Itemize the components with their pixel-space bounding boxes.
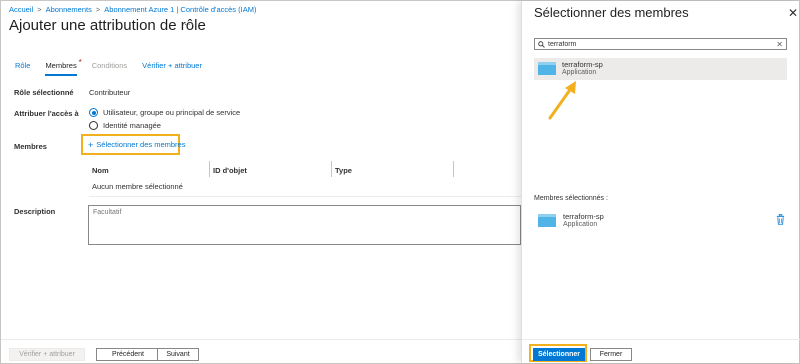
description-label: Description [14,207,56,216]
column-object-id[interactable]: ID d'objet [213,166,247,175]
tab-label: Rôle [15,61,31,70]
selected-member-name: terraform-sp [563,212,604,221]
panel-footer: Sélectionner Fermer [522,339,800,363]
members-grid-empty-row: Aucun membre sélectionné [89,179,521,197]
search-input[interactable] [548,40,777,48]
select-members-label: Sélectionner des membres [96,140,186,149]
tab-members[interactable]: Membres * [45,58,82,76]
previous-button[interactable]: Précédent [96,348,160,361]
breadcrumb-separator: > [37,5,42,14]
annotation-arrow-icon [548,81,576,120]
selected-member-item: terraform-sp Application [534,209,787,231]
tab-role[interactable]: Rôle [15,61,30,76]
page-title: Ajouter une attribution de rôle [9,17,206,34]
description-textarea[interactable] [89,206,520,244]
members-grid-header: Nom ID d'objet Type [89,161,521,179]
search-icon [538,40,545,48]
radio-checked-icon [89,108,98,117]
application-icon [538,214,556,227]
tab-label: Vérifier + attribuer [142,61,202,70]
selected-member-type: Application [563,221,598,228]
breadcrumb-home[interactable]: Accueil [9,5,33,14]
panel-title: Sélectionner des membres [534,5,689,20]
role-assignment-blade: Accueil > Abonnements > Abonnement Azure 1 |… [1,1,521,363]
radio-label: Utilisateur, groupe ou principal de serv… [103,108,241,117]
column-type[interactable]: Type [335,166,352,175]
blade-footer: Vérifier + attribuer Précédent Suivant [1,339,521,363]
tab-review-assign[interactable]: Vérifier + attribuer [142,61,202,76]
clear-search-icon[interactable]: ✕ [776,40,783,49]
search-box[interactable]: ✕ [534,38,787,50]
tab-label: Conditions [91,61,128,70]
select-members-link[interactable]: + Sélectionner des membres [81,134,185,155]
selected-members-label: Membres sélectionnés : [534,195,608,202]
radio-label: Identité managée [103,121,161,130]
breadcrumb: Accueil > Abonnements > Abonnement Azure 1 |… [9,5,256,14]
close-button[interactable]: Fermer [590,348,632,361]
application-icon [538,62,556,75]
selected-role-value: Contributeur [89,88,131,97]
column-name[interactable]: Nom [92,166,109,175]
result-name: terraform-sp [562,60,603,69]
required-marker: * [78,58,82,67]
breadcrumb-iam[interactable]: Abonnement Azure 1 | Contrôle d'accès (I… [104,5,256,14]
description-field[interactable] [88,205,521,245]
search-result-item[interactable]: terraform-sp Application [534,58,787,80]
select-button[interactable]: Sélectionner [533,348,585,361]
breadcrumb-separator: > [95,5,101,14]
more-options-icon[interactable]: ··· [184,19,194,30]
next-button[interactable]: Suivant [157,348,199,361]
column-divider [453,161,454,177]
radio-user-group-sp[interactable]: Utilisateur, groupe ou principal de serv… [89,108,240,117]
plus-icon: + [88,139,94,150]
result-type: Application [562,69,597,76]
trash-icon[interactable] [776,214,785,225]
selected-role-label: Rôle sélectionné [14,88,74,97]
column-divider [209,161,210,177]
assign-access-label: Attribuer l'accès à [14,109,79,118]
radio-unchecked-icon [89,121,98,130]
tab-conditions[interactable]: Conditions [92,61,127,76]
close-icon[interactable]: ✕ [788,6,798,20]
select-members-panel: Sélectionner des membres ✕ ✕ terraform-s… [521,1,800,363]
tab-label: Membres [45,61,77,70]
column-divider [331,161,332,177]
tab-bar: Rôle Membres * Conditions Vérifier + attr… [15,58,217,76]
review-assign-button[interactable]: Vérifier + attribuer [9,348,85,361]
radio-managed-identity[interactable]: Identité managée [89,121,161,130]
breadcrumb-subscriptions[interactable]: Abonnements [46,5,92,14]
grid-empty-text: Aucun membre sélectionné [92,182,183,191]
members-label: Membres [14,142,47,151]
